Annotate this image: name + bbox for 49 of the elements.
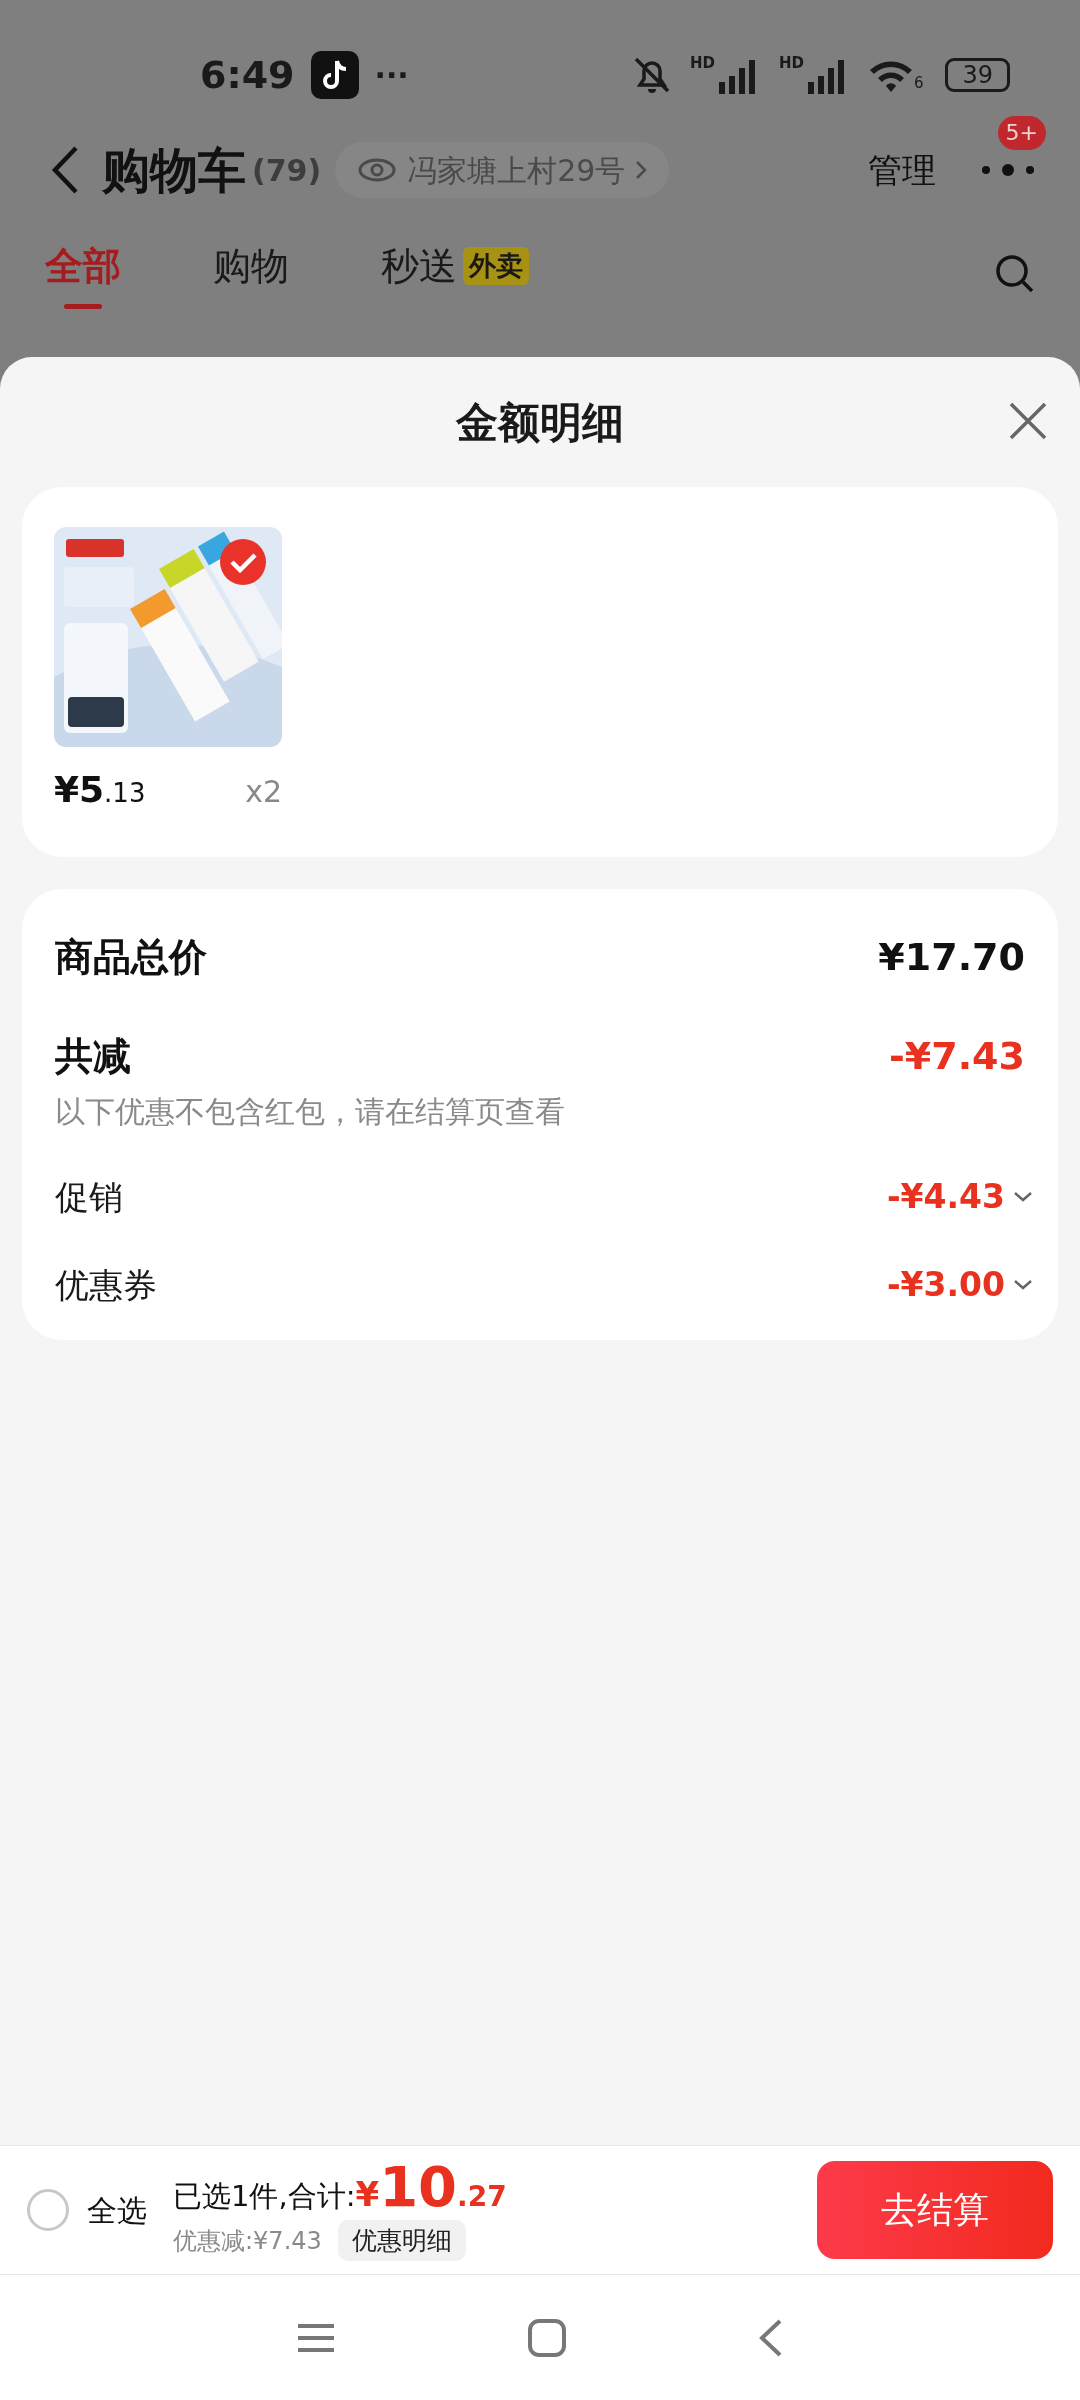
total-amount: ¥17.70 <box>878 934 1025 981</box>
manage-button[interactable]: 管理 <box>868 144 936 196</box>
chevron-down-icon[interactable] <box>1013 1191 1033 1203</box>
wifi-label: 6 <box>913 72 924 94</box>
total-price: ¥10.27 <box>355 2158 507 2220</box>
item-count: (79) <box>252 151 322 190</box>
discount-type: 促销 <box>55 1175 123 1219</box>
menu-button[interactable] <box>295 2321 336 2354</box>
network-label: HD <box>689 56 715 71</box>
discount-value: -¥4.43 <box>886 1176 1005 1219</box>
eye-icon <box>357 156 398 184</box>
search-icon <box>995 254 1035 294</box>
network-label: HD <box>778 56 804 71</box>
checkout-button[interactable]: 去结算 <box>817 2161 1053 2259</box>
select-all-label: 全选 <box>87 2191 147 2230</box>
more-button[interactable] <box>980 162 1036 178</box>
selected-summary: 已选1件,合计: <box>173 2177 356 2215</box>
tab[interactable]: 秒送 外卖 <box>381 237 529 311</box>
discount-note: 以下优惠不包含红包，请在结算页查看 <box>55 1093 566 1131</box>
tag-label: 外卖 <box>463 247 529 285</box>
back-icon <box>50 145 80 195</box>
select-all-radio[interactable] <box>27 2189 69 2231</box>
home-button[interactable] <box>527 2317 567 2358</box>
address-selector[interactable]: 冯家塘上村29号 <box>335 142 670 198</box>
back-button[interactable] <box>50 145 80 195</box>
battery-level: 39 <box>945 58 1010 92</box>
discount-type: 优惠券 <box>55 1263 157 1307</box>
status-time: 6:49 <box>200 51 295 99</box>
status-more: ··· <box>374 56 409 95</box>
tab[interactable]: 购物 <box>213 237 289 311</box>
more-icon <box>980 162 1036 178</box>
discount-label: 共减 <box>55 1033 131 1080</box>
home-icon <box>527 2317 567 2358</box>
discount-detail-button[interactable]: 优惠明细 <box>337 2219 466 2262</box>
chevron-down-icon[interactable] <box>1013 1279 1033 1291</box>
item-price: ¥5.13 <box>54 768 146 812</box>
sheet-title: 金额明细 <box>456 396 624 449</box>
app-icon <box>310 51 359 99</box>
menu-icon <box>295 2321 336 2354</box>
search-button[interactable] <box>995 254 1035 294</box>
chevron-right-icon <box>635 160 648 180</box>
item-quantity: x2 <box>245 773 282 811</box>
close-icon <box>1008 401 1048 441</box>
discount-value: -¥3.00 <box>886 1264 1005 1307</box>
notification-badge: 5+ <box>997 116 1046 150</box>
total-label: 商品总价 <box>55 934 207 981</box>
discount-amount: -¥7.43 <box>889 1033 1025 1080</box>
saving-text: 优惠减:¥7.43 <box>173 2225 322 2257</box>
page-title: 购物车 <box>102 141 246 200</box>
